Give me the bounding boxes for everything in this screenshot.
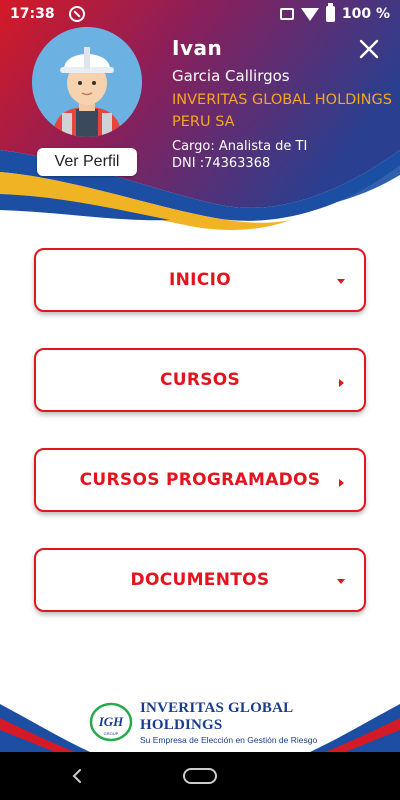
avatar[interactable] xyxy=(32,27,142,137)
home-pill-icon[interactable] xyxy=(183,768,217,784)
battery-level: 100 % xyxy=(341,6,390,22)
system-nav-bar xyxy=(0,752,400,800)
caret-down-icon xyxy=(337,579,345,584)
status-indicators: 100 % xyxy=(279,3,390,22)
logo-subtitle: Su Empresa de Elección en Gestión de Rie… xyxy=(140,734,318,745)
worker-avatar-icon xyxy=(32,27,142,137)
caret-right-icon xyxy=(339,479,344,487)
caret-down-icon xyxy=(337,279,345,284)
menu-item-documentos[interactable]: DOCUMENTOS xyxy=(34,548,366,612)
user-company: INVERITAS GLOBAL HOLDINGS PERU SA xyxy=(172,92,392,130)
user-dni: DNI :74363368 xyxy=(172,156,271,171)
menu-item-label: CURSOS PROGRAMADOS xyxy=(79,470,321,490)
logo-title: INVERITAS GLOBAL HOLDINGS xyxy=(140,699,293,733)
close-icon[interactable] xyxy=(358,38,380,60)
menu-item-label: CURSOS xyxy=(159,370,241,390)
igh-logo-icon: IGH GROUP xyxy=(88,700,134,744)
view-profile-button[interactable]: Ver Perfil xyxy=(37,148,137,176)
menu-item-cursos[interactable]: CURSOS xyxy=(34,348,366,412)
menu-item-cursos-programados[interactable]: CURSOS PROGRAMADOS xyxy=(34,448,366,512)
vibrate-icon xyxy=(279,8,294,20)
status-time: 17:38 xyxy=(10,6,55,22)
battery-icon xyxy=(325,3,335,22)
menu-item-inicio[interactable]: INICIO xyxy=(34,248,366,312)
user-last-name: Garcia Callirgos xyxy=(172,67,290,85)
logo-mark-subtext: GROUP xyxy=(104,731,119,736)
caret-right-icon xyxy=(339,379,344,387)
do-not-disturb-icon xyxy=(68,6,85,22)
menu-item-label: INICIO xyxy=(169,270,231,290)
back-icon[interactable] xyxy=(70,768,84,784)
company-logo: IGH GROUP INVERITAS GLOBAL HOLDINGS Su E… xyxy=(88,700,320,745)
status-bar: 17:38 100 % xyxy=(0,0,400,28)
user-cargo: Cargo: Analista de TI xyxy=(172,139,308,154)
logo-mark-text: IGH xyxy=(98,714,124,729)
menu-item-label: DOCUMENTOS xyxy=(130,570,270,590)
logo-text: INVERITAS GLOBAL HOLDINGS Su Empresa de … xyxy=(140,700,320,745)
wifi-icon xyxy=(300,7,319,21)
profile-header: 17:38 100 % Ver Perfil Ivan Garcia Calli… xyxy=(0,0,400,235)
